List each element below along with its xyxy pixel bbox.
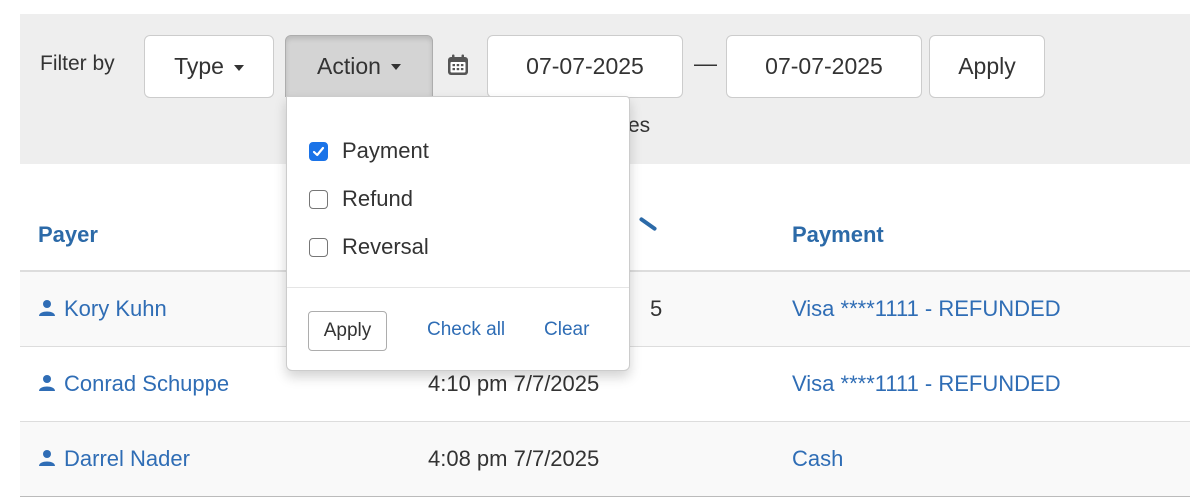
filter-label: Filter by (40, 52, 115, 75)
check-all-link[interactable]: Check all (427, 319, 505, 341)
user-icon (39, 375, 55, 391)
obscured-filter-text: es (628, 114, 651, 137)
option-label: Refund (342, 186, 413, 211)
caret-down-icon (233, 64, 244, 71)
action-option-payment[interactable]: Payment (309, 138, 429, 164)
date-to-input[interactable]: 07-07-2025 (726, 35, 922, 98)
payment-link[interactable]: Visa ****1111 - REFUNDED (792, 347, 1061, 421)
payer-link[interactable]: Kory Kuhn (38, 272, 167, 346)
payer-link[interactable]: Conrad Schuppe (38, 347, 229, 421)
checkbox-reversal[interactable] (309, 237, 328, 257)
checkbox-payment[interactable] (309, 141, 328, 161)
checkmark-icon (312, 146, 325, 156)
action-filter-button[interactable]: Action (285, 35, 433, 97)
user-icon (39, 300, 55, 316)
checkbox-refund[interactable] (309, 189, 328, 209)
action-dropdown-menu: Payment Refund Reversal Apply Check all … (286, 96, 630, 371)
action-filter-label: Action (317, 52, 381, 79)
type-filter-label: Type (174, 53, 224, 79)
action-option-reversal[interactable]: Reversal (309, 234, 429, 260)
date-from-input[interactable]: 07-07-2025 (487, 35, 683, 98)
type-filter-button[interactable]: Type (144, 35, 274, 98)
payer-name: Kory Kuhn (64, 296, 167, 321)
apply-filter-button[interactable]: Apply (929, 35, 1045, 98)
payer-link[interactable]: Darrel Nader (38, 422, 190, 496)
option-label: Reversal (342, 234, 429, 259)
payment-link[interactable]: Visa ****1111 - REFUNDED (792, 272, 1061, 346)
transaction-time: 4:08 pm 7/7/2025 (428, 446, 600, 471)
clear-link[interactable]: Clear (544, 319, 589, 341)
payer-name: Darrel Nader (64, 446, 190, 471)
caret-down-icon (390, 64, 401, 70)
payment-link[interactable]: Cash (792, 422, 843, 496)
transaction-time: 5 (650, 296, 663, 321)
option-label: Payment (342, 138, 429, 163)
calendar-icon[interactable] (446, 53, 470, 77)
dropdown-divider (287, 287, 629, 288)
dropdown-apply-button[interactable]: Apply (308, 311, 387, 351)
column-header-payer[interactable]: Payer (38, 200, 98, 270)
table-row: Darrel Nader 4:08 pm 7/7/2025 Cash (20, 422, 1190, 497)
column-header-payment[interactable]: Payment (792, 200, 884, 270)
action-option-refund[interactable]: Refund (309, 186, 413, 212)
sort-arrow-icon[interactable] (638, 216, 658, 232)
user-icon (39, 450, 55, 466)
payer-name: Conrad Schuppe (64, 371, 230, 396)
date-separator: — (694, 50, 717, 76)
